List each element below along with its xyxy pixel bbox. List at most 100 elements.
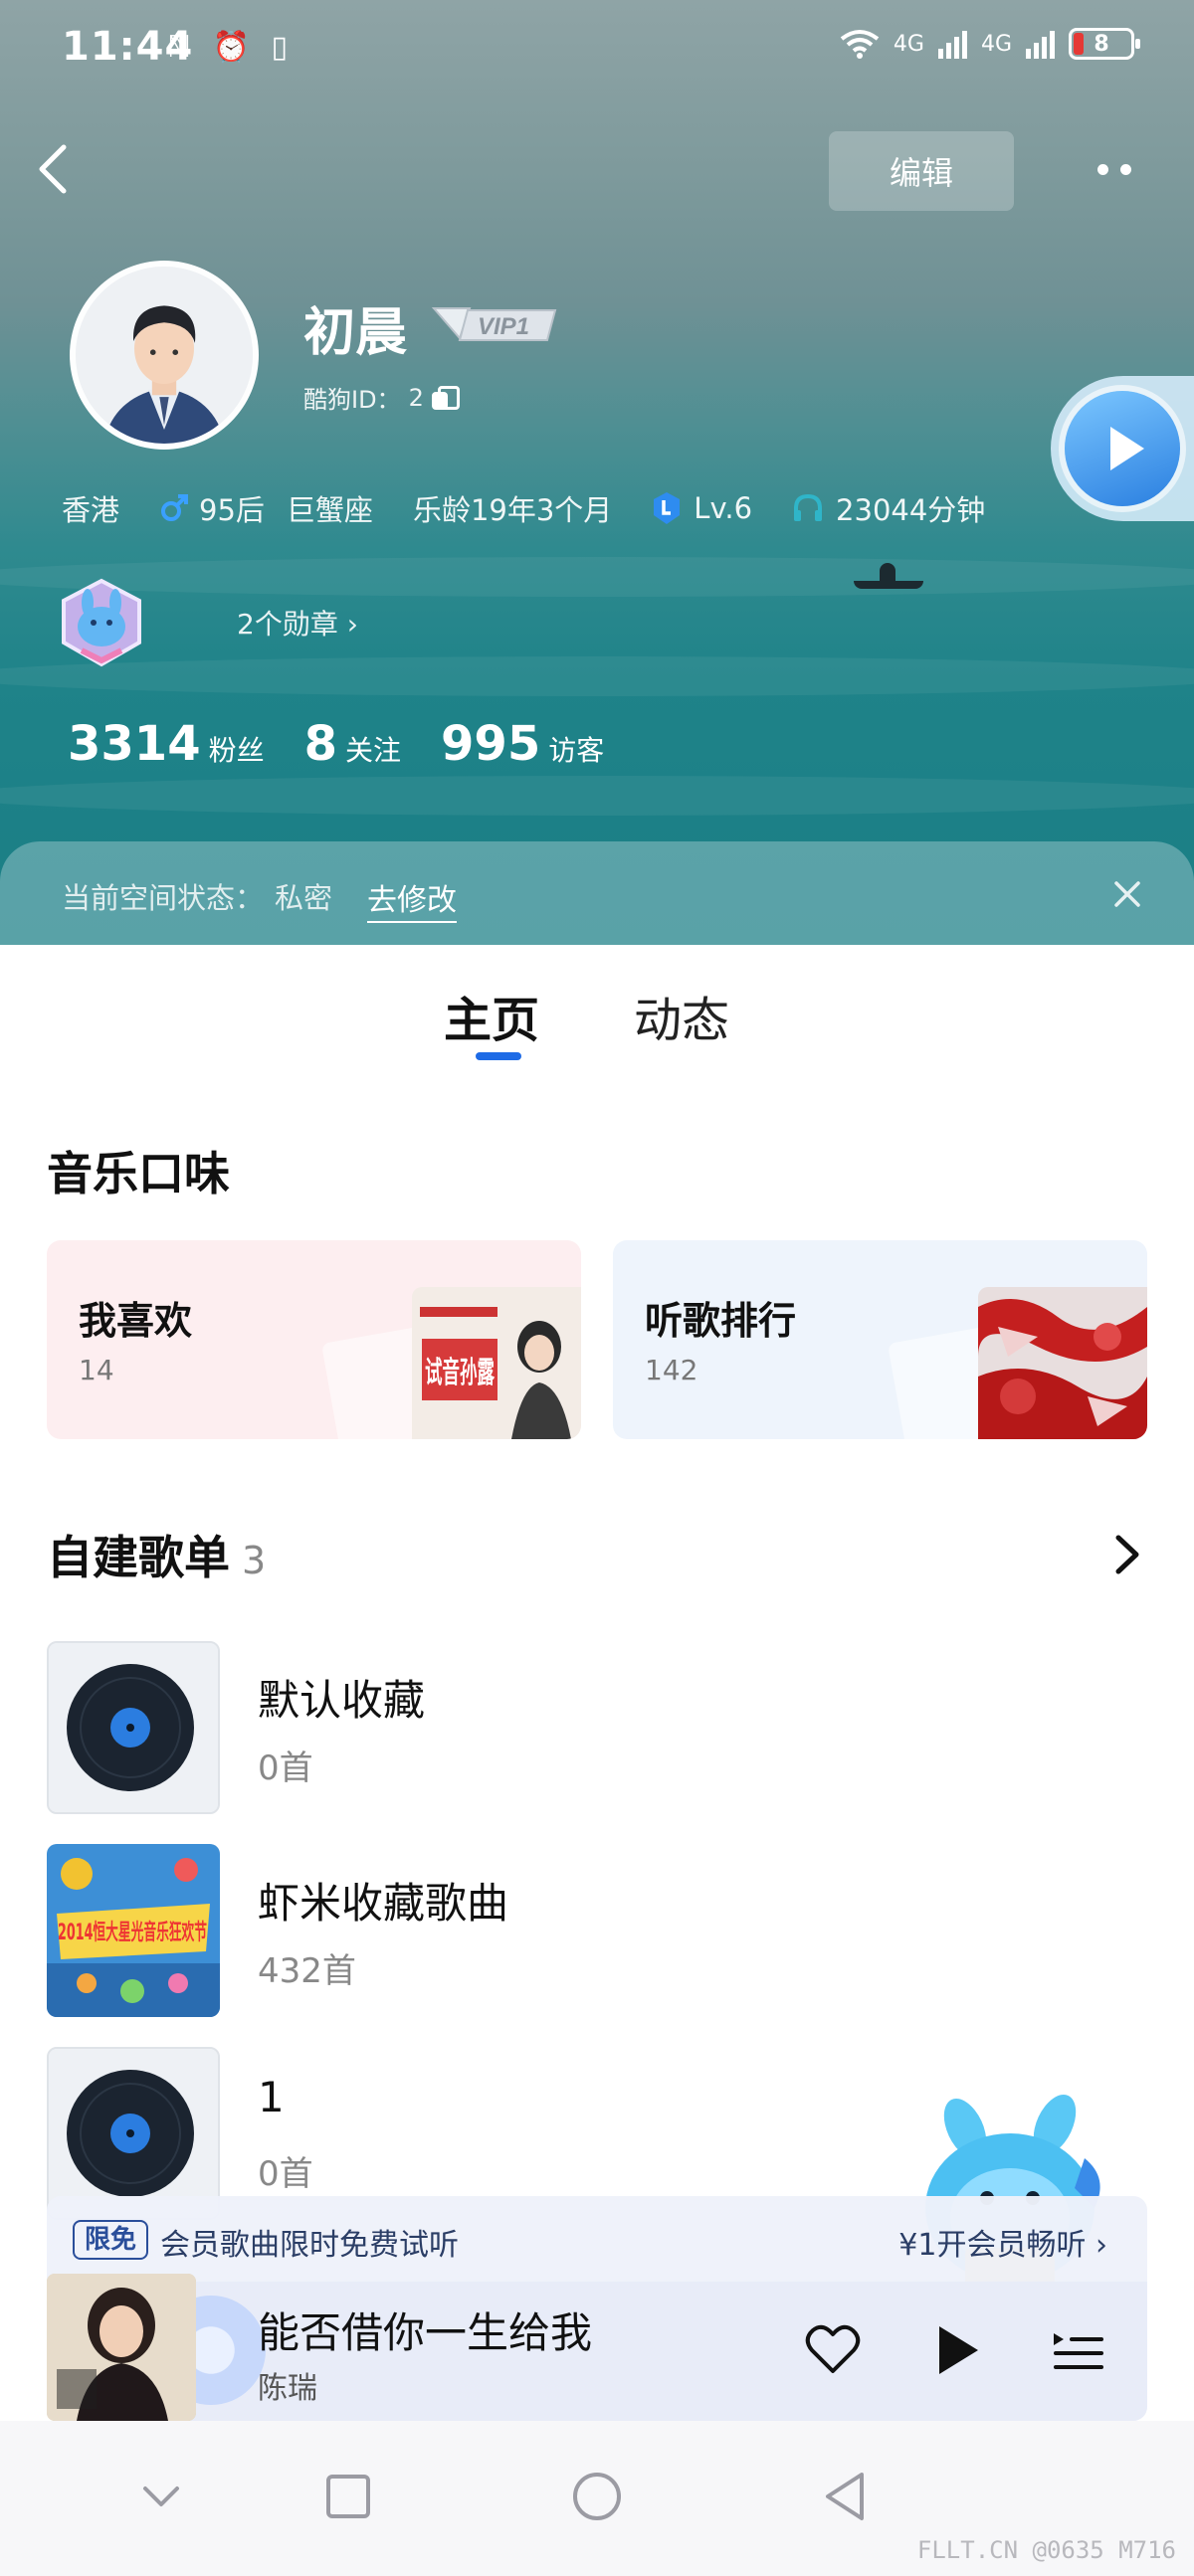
playlists-title-text: 自建歌单	[47, 1531, 230, 1584]
playlist-item[interactable]: 2014恒大星光音乐狂欢节 虾米收藏歌曲 432首	[47, 1844, 1141, 2018]
festival-cover: 2014恒大星光音乐狂欢节	[47, 1844, 220, 2017]
festival-cover-text: 2014恒大星光音乐狂欢节	[58, 1920, 207, 1945]
battery-level: 8	[1094, 31, 1109, 57]
space-state-bar: 当前空间状态： 私密 去修改	[0, 841, 1194, 945]
medal-icon[interactable]	[54, 577, 149, 668]
tab-home[interactable]: 主页	[444, 981, 539, 1050]
sea-wave	[0, 656, 1194, 696]
network-label: 4G	[980, 31, 1012, 57]
level[interactable]: Lv.6	[652, 491, 752, 525]
tab-indicator	[476, 1052, 521, 1060]
level-value: Lv.6	[694, 491, 753, 525]
signal-icon	[1026, 29, 1055, 59]
visitors-count[interactable]: 995	[441, 716, 540, 772]
back-icon	[39, 144, 67, 194]
nav-circle-icon[interactable]	[569, 2469, 625, 2524]
sea-wave	[0, 776, 1194, 816]
boat-image	[854, 563, 923, 593]
vinyl-icon	[47, 1641, 220, 1814]
wifi-icon	[840, 30, 880, 59]
battery-icon: 8	[1069, 28, 1140, 60]
fans-label[interactable]: 粉丝	[209, 729, 265, 769]
tab-bar: 主页 动态	[0, 945, 1194, 1074]
vip-badge[interactable]: VIP1	[430, 300, 559, 346]
space-state-value: 私密	[275, 881, 333, 915]
watermark: FLLT.CN @0635 M716	[916, 2536, 1176, 2564]
now-playing-title: 能否借你一生给我	[258, 2308, 593, 2357]
following-label[interactable]: 关注	[345, 729, 401, 769]
playlist-name: 虾米收藏歌曲	[258, 1879, 509, 1928]
playlist-name: 1	[258, 2073, 285, 2121]
queue-icon[interactable]	[1050, 2321, 1105, 2377]
edit-button[interactable]: 编辑	[829, 131, 1014, 211]
nav-back-icon[interactable]	[818, 2469, 874, 2524]
favorites-count: 14	[79, 1354, 114, 1386]
close-icon[interactable]	[1110, 877, 1144, 911]
vip-label: VIP1	[478, 313, 529, 340]
mini-player[interactable]: 能否借你一生给我 陈瑞	[47, 2274, 1147, 2421]
status-indicators: ℕ ⏰ ▯	[167, 30, 294, 65]
free-tag: 限免	[73, 2220, 149, 2260]
favorites-cover-text: 试音孙露	[425, 1356, 496, 1390]
follow-stats: 3314 粉丝 8 关注 995 访客	[68, 716, 644, 772]
nav-down-icon[interactable]	[133, 2469, 189, 2524]
nav-square-icon[interactable]	[320, 2469, 376, 2524]
now-playing-cover[interactable]	[47, 2274, 196, 2421]
following-count[interactable]: 8	[304, 716, 337, 772]
status-right: 4G 4G 8	[840, 28, 1140, 60]
music-age: 乐龄19年3个月	[412, 493, 613, 527]
vip-cta-link[interactable]: ¥1开会员畅听 ›	[898, 2220, 1107, 2264]
listen-time-value: 23044分钟	[836, 493, 986, 527]
vip-promo-bar[interactable]: 限免 会员歌曲限时免费试听 ¥1开会员畅听 ›	[47, 2196, 1147, 2282]
tab-feed[interactable]: 动态	[634, 981, 729, 1050]
favorites-title: 我喜欢	[79, 1299, 193, 1343]
visitors-label[interactable]: 访客	[548, 729, 604, 769]
avatar[interactable]	[70, 261, 259, 450]
playlist-count: 0首	[258, 2154, 313, 2194]
vinyl-icon	[47, 2047, 220, 2220]
music-taste-title: 音乐口味	[47, 1147, 230, 1200]
more-icon[interactable]	[1085, 149, 1144, 189]
favorites-card[interactable]: 我喜欢 14 试音孙露	[47, 1240, 581, 1439]
medals-link[interactable]: 2个勋章 ›	[237, 603, 358, 643]
age-group: 95后	[199, 493, 265, 527]
kugou-id: 酷狗ID： 2	[303, 380, 460, 415]
fans-count[interactable]: 3314	[68, 716, 201, 772]
now-playing-artist: 陈瑞	[258, 2371, 317, 2406]
system-nav-bar: FLLT.CN @0635 M716	[0, 2421, 1194, 2576]
username: 初晨	[303, 303, 408, 363]
listen-time: 23044分钟	[792, 487, 985, 529]
ranking-title: 听歌排行	[645, 1299, 797, 1343]
chevron-right-icon[interactable]	[1108, 1532, 1144, 1577]
signal-icon	[937, 29, 967, 59]
avatar-image	[76, 267, 253, 444]
sea-wave	[0, 557, 1194, 597]
zodiac: 巨蟹座	[286, 493, 373, 527]
status-bar: 11:44 ℕ ⏰ ▯ 4G 4G 8	[0, 0, 1194, 99]
copy-icon[interactable]	[431, 385, 460, 410]
headphones-icon	[794, 493, 823, 521]
kugou-id-value: 2	[408, 383, 424, 412]
playlists-count: 3	[242, 1539, 267, 1582]
top-bar: 编辑	[0, 119, 1194, 219]
playlist-item[interactable]: 默认收藏 0首	[47, 1641, 1141, 1815]
play-icon[interactable]	[935, 2323, 981, 2377]
floating-player-button[interactable]	[1051, 376, 1194, 521]
ranking-cover	[978, 1287, 1147, 1439]
playlist-count: 0首	[258, 1748, 313, 1788]
kugou-id-label: 酷狗ID：	[303, 386, 401, 414]
level-icon	[654, 492, 681, 524]
playlist-name: 默认收藏	[258, 1676, 426, 1725]
back-button[interactable]	[30, 141, 80, 197]
favorites-cover: 试音孙露	[412, 1287, 581, 1439]
ranking-card[interactable]: 听歌排行 142	[613, 1240, 1147, 1439]
promo-message: 会员歌曲限时免费试听	[160, 2228, 459, 2263]
gender-age: 95后	[159, 487, 265, 529]
male-icon	[161, 494, 189, 521]
play-circle-icon	[1065, 391, 1180, 506]
location: 香港	[62, 493, 120, 527]
heart-icon[interactable]	[805, 2323, 861, 2375]
network-label: 4G	[893, 31, 924, 57]
modify-space-link[interactable]: 去修改	[367, 875, 457, 923]
profile-cover: 11:44 ℕ ⏰ ▯ 4G 4G 8 编辑 初晨 VIP1 酷狗ID： 2 香…	[0, 0, 1194, 945]
